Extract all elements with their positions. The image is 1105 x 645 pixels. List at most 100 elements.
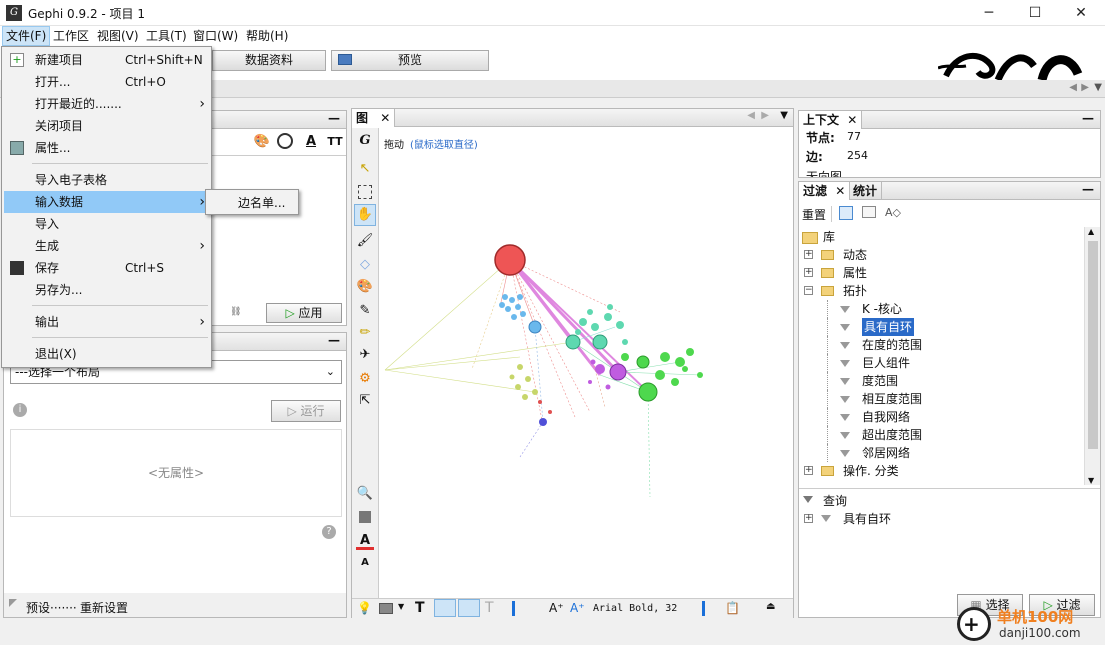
- file-menu-item[interactable]: 导入: [4, 213, 209, 235]
- query-item[interactable]: 具有自环: [843, 510, 891, 527]
- expand-icon[interactable]: +: [804, 268, 813, 277]
- background-color-icon[interactable]: [359, 511, 371, 523]
- filter-save-icon[interactable]: [862, 206, 876, 218]
- menu-window[interactable]: 窗口(W): [190, 26, 241, 46]
- close-tab-icon[interactable]: ✕: [835, 184, 845, 198]
- close-tab-icon[interactable]: ✕: [380, 111, 390, 125]
- select-cursor-icon[interactable]: ↖: [356, 160, 374, 178]
- filter-export-icon[interactable]: [839, 206, 853, 220]
- tab-filters[interactable]: 过滤 ✕: [799, 182, 851, 200]
- font-color-icon[interactable]: A: [356, 532, 374, 550]
- file-menu-item[interactable]: 打开最近的....... ›: [4, 93, 209, 115]
- tree-item[interactable]: + 属性: [799, 264, 1084, 282]
- collapse-icon[interactable]: −: [804, 286, 813, 295]
- palette-icon[interactable]: 🎨: [253, 133, 271, 151]
- menu-help[interactable]: 帮助(H): [243, 26, 291, 46]
- file-menu-item[interactable]: 输入数据 ›: [4, 191, 209, 213]
- file-menu-item[interactable]: + 新建项目 Ctrl+Shift+N: [4, 49, 209, 71]
- scroll-thumb[interactable]: [1088, 241, 1098, 449]
- scroll-left-icon[interactable]: ◀: [1069, 82, 1077, 93]
- lightbulb-icon[interactable]: 💡: [357, 601, 372, 615]
- file-menu-item[interactable]: 导入电子表格: [4, 169, 209, 191]
- font-label[interactable]: Arial Bold, 32: [593, 603, 677, 614]
- scroll-left-icon[interactable]: ◀: [747, 110, 755, 121]
- label-text-icon[interactable]: T: [485, 600, 494, 616]
- tree-item[interactable]: 在度的范围: [799, 336, 1084, 354]
- color-painter-icon[interactable]: 🎨: [356, 278, 374, 296]
- airplane-icon[interactable]: ✈: [356, 346, 374, 364]
- label-size-icon[interactable]: TT: [326, 133, 344, 151]
- drag-hand-icon[interactable]: ✋: [354, 204, 376, 226]
- zoom-icon[interactable]: 🔍: [356, 485, 374, 503]
- reset-filters-button[interactable]: 重置: [802, 206, 826, 223]
- strip-dropdown-icon[interactable]: ▼: [1094, 82, 1102, 93]
- edges-toggle-icon[interactable]: [434, 599, 456, 617]
- scroll-down-icon[interactable]: ▼: [1088, 476, 1094, 485]
- show-labels-icon[interactable]: T: [415, 600, 425, 616]
- close-tab-icon[interactable]: ✕: [847, 113, 857, 127]
- tab-graph[interactable]: 图 ✕: [352, 109, 396, 127]
- tree-item[interactable]: 超出度范围: [799, 426, 1084, 444]
- tree-item[interactable]: + 动态: [799, 246, 1084, 264]
- screenshot-dropdown-icon[interactable]: ▼: [398, 602, 404, 611]
- scroll-right-icon[interactable]: ▶: [761, 110, 769, 121]
- edge-color-icon[interactable]: [458, 599, 480, 617]
- edge-list-item[interactable]: 边名单...: [238, 194, 285, 211]
- graph-canvas[interactable]: [380, 157, 793, 598]
- menu-file[interactable]: 文件(F): [2, 26, 51, 46]
- expand-icon[interactable]: +: [804, 466, 813, 475]
- file-menu-item[interactable]: 另存为...: [4, 279, 209, 301]
- data-laboratory-button[interactable]: 数据资料: [212, 50, 326, 71]
- label-color-icon[interactable]: A: [302, 133, 320, 151]
- tree-item[interactable]: − 拓扑: [799, 282, 1084, 300]
- tree-scrollbar[interactable]: ▲ ▼: [1084, 227, 1100, 485]
- file-menu-item[interactable]: 生成 ›: [4, 235, 209, 257]
- scroll-up-icon[interactable]: ▲: [1088, 227, 1094, 236]
- file-menu-item[interactable]: 输出 ›: [4, 311, 209, 333]
- tab-statistics[interactable]: 统计: [849, 182, 883, 200]
- panel-minimize-icon[interactable]: —: [1082, 182, 1094, 196]
- reset-layout-link[interactable]: 重新设置: [80, 599, 128, 616]
- close-window-button[interactable]: ✕: [1058, 0, 1104, 26]
- rectangle-select-icon[interactable]: [358, 185, 372, 199]
- font-size-down-icon[interactable]: A⁺: [570, 601, 585, 615]
- panel-minimize-icon[interactable]: —: [1082, 111, 1094, 125]
- edge-scale-slider[interactable]: [512, 601, 515, 616]
- maximize-button[interactable]: ☐: [1012, 0, 1058, 26]
- font-scale-slider[interactable]: [702, 601, 705, 616]
- tab-context[interactable]: 上下文 ✕: [799, 111, 863, 129]
- file-menu-item[interactable]: 打开... Ctrl+O: [4, 71, 209, 93]
- apply-button[interactable]: ▷ 应用: [266, 303, 342, 323]
- tree-item[interactable]: 自我网络: [799, 408, 1084, 426]
- font-size-icon[interactable]: A: [356, 554, 374, 572]
- presets-link[interactable]: 预设·······: [26, 599, 77, 616]
- tree-item[interactable]: 具有自环: [799, 318, 1084, 336]
- screenshot-icon[interactable]: [379, 603, 393, 614]
- tab-dropdown-icon[interactable]: ▼: [780, 110, 788, 121]
- tree-item[interactable]: 邻居网络: [799, 444, 1084, 462]
- expand-icon[interactable]: +: [804, 250, 813, 259]
- menu-workspace[interactable]: 工作区: [50, 26, 92, 46]
- file-menu-item[interactable]: 保存 Ctrl+S: [4, 257, 209, 279]
- clipboard-icon[interactable]: 📋: [725, 601, 740, 615]
- menu-view[interactable]: 视图(V): [94, 26, 142, 46]
- tree-item[interactable]: 巨人组件: [799, 354, 1084, 372]
- file-menu-item[interactable]: 退出(X): [4, 343, 209, 365]
- font-size-up-icon[interactable]: A⁺: [549, 601, 564, 615]
- file-menu-item[interactable]: 属性...: [4, 137, 209, 159]
- file-menu-item[interactable]: 关闭项目: [4, 115, 209, 137]
- tree-item[interactable]: + 操作. 分类: [799, 462, 1084, 480]
- pencil-icon[interactable]: ✎: [356, 302, 374, 320]
- expand-icon[interactable]: +: [804, 514, 813, 523]
- info-icon[interactable]: i: [13, 403, 27, 417]
- run-button[interactable]: ▷ 运行: [271, 400, 341, 422]
- panel-minimize-icon[interactable]: —: [328, 111, 340, 125]
- size-icon[interactable]: [277, 133, 293, 149]
- chain-icon[interactable]: ⛓: [230, 307, 241, 317]
- brush-icon[interactable]: 🖌: [356, 232, 374, 250]
- diamond-icon[interactable]: ◇: [356, 256, 374, 274]
- menu-tools[interactable]: 工具(T): [143, 26, 190, 46]
- panel-minimize-icon[interactable]: —: [328, 333, 340, 347]
- eject-icon[interactable]: ⏏: [766, 601, 775, 612]
- help-cursor-icon[interactable]: ⇱: [356, 392, 374, 410]
